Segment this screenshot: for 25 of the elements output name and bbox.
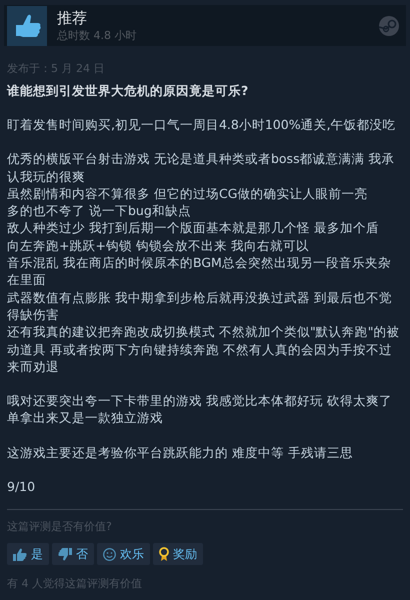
review-text: 武器数值有点膨胀 我中期拿到步枪后就再没换过武器 到最后也不觉得缺伤害 <box>7 288 393 324</box>
review-title: 谁能想到引发世界大危机的原因竟是可乐? <box>7 82 250 99</box>
award-medal-icon <box>159 547 169 562</box>
review-text: 盯着发售时间购买,初见一口气一周目4.8小时100%通关,午饭都没吃 <box>7 116 397 134</box>
review-text: 优秀的横版平台射击游戏 无论是道具种类或者boss都诚意满满 我承认我玩的很爽 <box>7 150 396 185</box>
thumbs-up-icon <box>7 6 47 46</box>
award-button[interactable]: 奖励 <box>153 543 203 566</box>
review-text: 多的也不夸了 说一下bug和缺点 <box>7 202 192 220</box>
review-text: 9/10 <box>7 478 36 496</box>
review-text: 哦对还要突出夸一下卡带里的游戏 我感觉比本体都好玩 砍得太爽了单拿出来又是一款独立游戏 <box>7 392 393 427</box>
smiley-icon <box>103 548 116 561</box>
review-text: 这游戏主要还是考验你平台跳跃能力的 难度中等 手残请三思 <box>7 444 354 462</box>
review-text: 虽然剧情和内容不算很多 但它的过场CG做的确实让人眼前一亮 <box>7 184 368 202</box>
steam-logo-icon <box>379 16 399 36</box>
review-text: 音乐混乱 我在商店的时候原本的BGM总会突然出现另一段音乐夹杂在里面 <box>7 254 392 289</box>
review-text: 还有我真的建议把奔跑改成切换模式 不然就加个类似"默认奔跑"的被动道具 再或者按两下方向键持续奔跑 不然有人真的会因为手按不过来而劝退 <box>7 323 400 376</box>
review-text: 向左奔跑+跳跃+钩锁 钩锁会放不出来 我向右就可以 <box>7 236 310 254</box>
thumbs-down-icon <box>58 548 72 561</box>
verdict-title: 推荐 <box>57 8 88 28</box>
no-button[interactable]: 否 <box>52 543 94 566</box>
funny-button[interactable]: 欢乐 <box>97 543 150 566</box>
yes-button[interactable]: 是 <box>7 543 49 566</box>
review-text: 敌人种类过少 我打到后期一个版面基本就是那几个怪 最多加个盾 <box>7 219 380 237</box>
thumbs-up-icon <box>13 548 27 561</box>
playtime-text: 总时数 4.8 小时 <box>57 28 138 42</box>
